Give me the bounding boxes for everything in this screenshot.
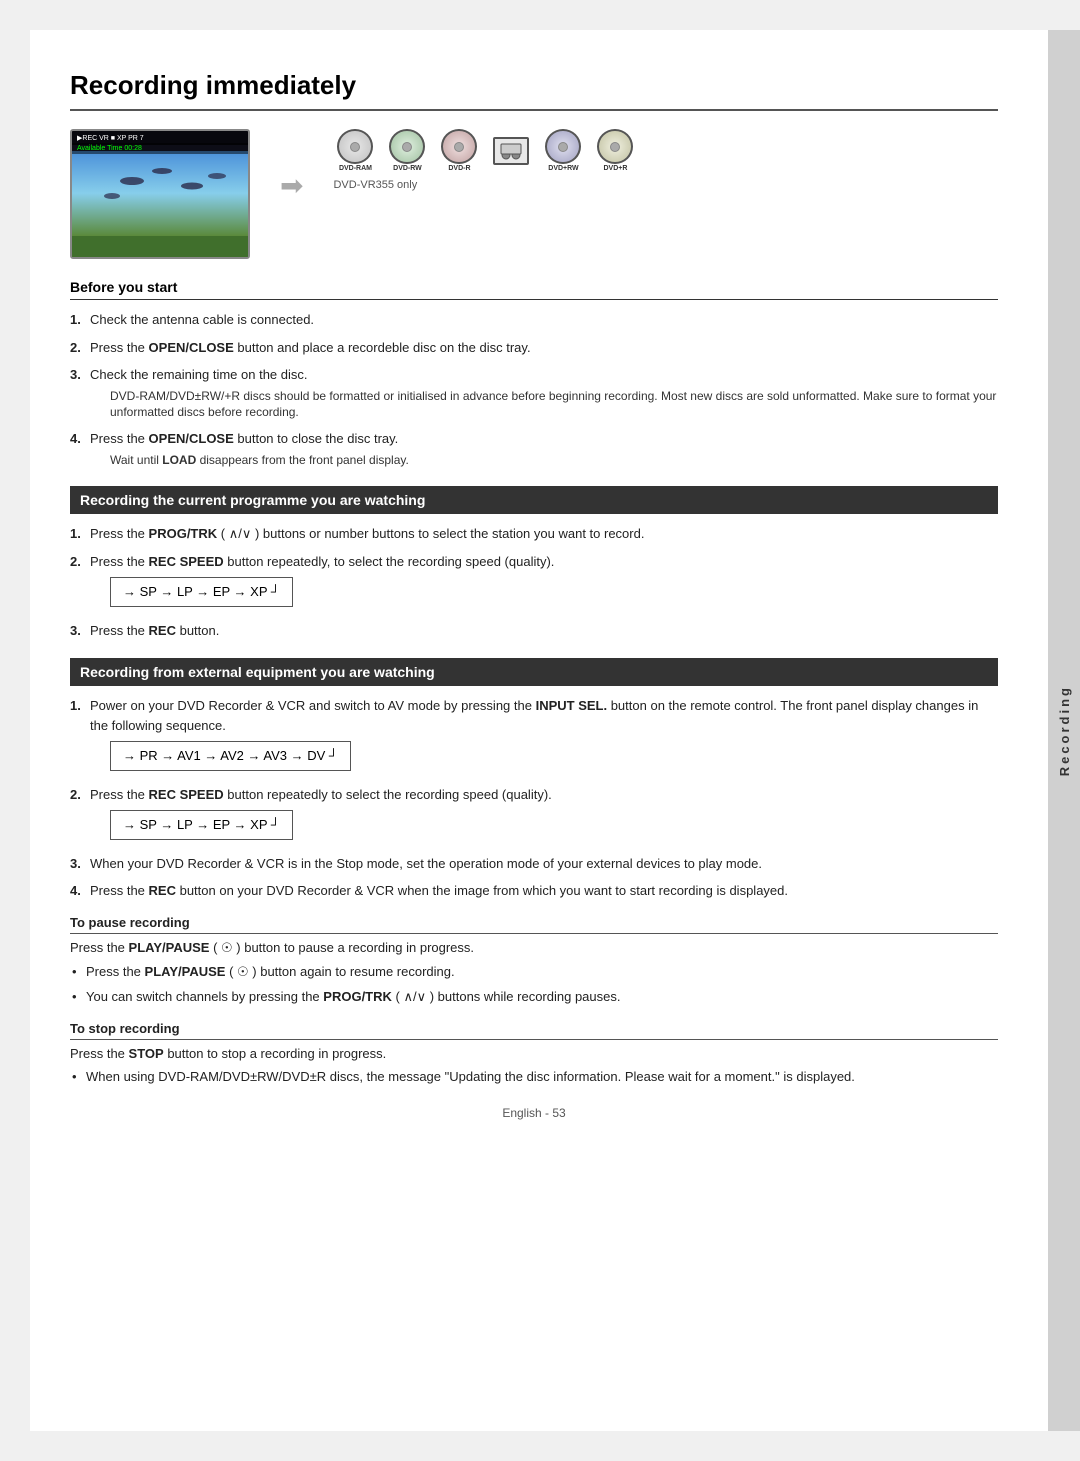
list-item: 1. Press the PROG/TRK ( ∧/∨ ) buttons or… — [70, 524, 998, 544]
arrow-icon: ➡ — [280, 169, 303, 202]
flow-diagram: → SP → LP → EP → XP ┘ — [110, 810, 293, 840]
list-item: Press the PLAY/PAUSE ( ☉ ) button again … — [70, 962, 998, 982]
before-you-start-list: 1. Check the antenna cable is connected.… — [70, 310, 998, 468]
dvd-ram-icon: DVD-RAM — [333, 129, 377, 173]
cassette-icon — [489, 129, 533, 173]
stop-recording-text: Press the STOP button to stop a recordin… — [70, 1046, 998, 1061]
list-item: When using DVD-RAM/DVD±RW/DVD±R discs, t… — [70, 1067, 998, 1087]
page-title: Recording immediately — [70, 70, 998, 111]
section1-list: 1. Press the PROG/TRK ( ∧/∨ ) buttons or… — [70, 524, 998, 640]
dvd-r-icon: DVD-R — [437, 129, 481, 173]
disc-icons-row: DVD-RAM DVD-RW DVD-R — [333, 129, 637, 173]
pause-recording-heading: To pause recording — [70, 915, 998, 934]
disc-icons-container: DVD-RAM DVD-RW DVD-R — [333, 129, 637, 191]
stop-recording-heading: To stop recording — [70, 1021, 998, 1040]
section1-heading: Recording the current programme you are … — [70, 486, 998, 514]
top-section: ▶REC VR ■ XP PR 7 Available Time 00:28 ➡… — [70, 129, 998, 259]
before-you-start-heading: Before you start — [70, 279, 998, 300]
list-item: 1. Power on your DVD Recorder & VCR and … — [70, 696, 998, 777]
list-item: 2. Press the OPEN/CLOSE button and place… — [70, 338, 998, 358]
list-item: 3. Check the remaining time on the disc.… — [70, 365, 998, 421]
list-item: 2. Press the REC SPEED button repeatedly… — [70, 552, 998, 613]
side-tab-label: Recording — [1057, 685, 1072, 776]
list-item: 1. Check the antenna cable is connected. — [70, 310, 998, 330]
side-tab: Recording — [1048, 30, 1080, 1431]
list-item: You can switch channels by pressing the … — [70, 987, 998, 1007]
list-item: 3. When your DVD Recorder & VCR is in th… — [70, 854, 998, 874]
dvd-vr-note: DVD-VR355 only — [333, 179, 417, 191]
list-item: 4. Press the REC button on your DVD Reco… — [70, 881, 998, 901]
note-text: Wait until LOAD disappears from the fron… — [110, 452, 998, 469]
pause-recording-text: Press the PLAY/PAUSE ( ☉ ) button to pau… — [70, 940, 998, 956]
list-item: 4. Press the OPEN/CLOSE button to close … — [70, 429, 998, 468]
section2-list: 1. Power on your DVD Recorder & VCR and … — [70, 696, 998, 901]
note-text: DVD-RAM/DVD±RW/+R discs should be format… — [110, 388, 998, 422]
pause-recording-bullets: Press the PLAY/PAUSE ( ☉ ) button again … — [70, 962, 998, 1007]
list-item: 2. Press the REC SPEED button repeatedly… — [70, 785, 998, 846]
birds-scene — [72, 151, 248, 257]
dvd-plus-rw-icon: DVD+RW — [541, 129, 585, 173]
tv-screen-image: ▶REC VR ■ XP PR 7 Available Time 00:28 — [70, 129, 250, 259]
list-item: 3. Press the REC button. — [70, 621, 998, 641]
page-number: English - 53 — [70, 1106, 998, 1120]
flow-diagram: → SP → LP → EP → XP ┘ — [110, 577, 293, 607]
tv-rec-indicator: ▶REC VR ■ XP PR 7 — [77, 134, 144, 142]
stop-recording-bullets: When using DVD-RAM/DVD±RW/DVD±R discs, t… — [70, 1067, 998, 1087]
dvd-plus-r-icon: DVD+R — [593, 129, 637, 173]
tv-time-display: Available Time 00:28 — [72, 143, 248, 154]
flow-diagram: → PR → AV1 → AV2 → AV3 → DV ┘ — [110, 741, 351, 771]
dvd-rw-icon: DVD-RW — [385, 129, 429, 173]
section2-heading: Recording from external equipment you ar… — [70, 658, 998, 686]
